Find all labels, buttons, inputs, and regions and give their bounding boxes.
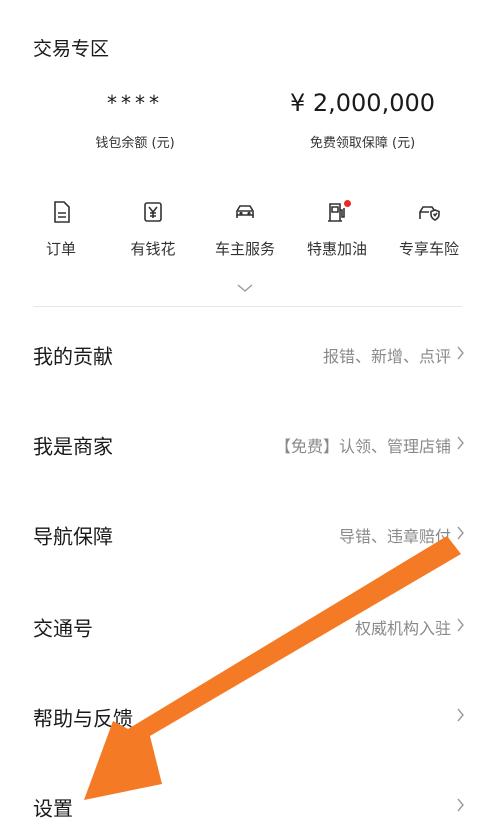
- chevron-right-icon: [456, 617, 465, 637]
- shortcut-fuel-deals[interactable]: 特惠加油: [291, 198, 383, 268]
- chevron-right-icon: [456, 345, 465, 365]
- expand-chevron-icon[interactable]: [236, 278, 254, 297]
- free-guarantee-value: ¥ 2,000,000: [289, 89, 436, 117]
- shortcut-label: 车主服务: [214, 240, 275, 258]
- menu-item-merchant[interactable]: 我是商家 【免费】认领、管理店铺: [0, 415, 489, 475]
- shortcut-car-services[interactable]: 车主服务: [199, 198, 291, 268]
- menu-item-desc: 报错、新增、点评: [322, 347, 451, 366]
- order-document-icon: [47, 198, 75, 226]
- shortcut-label: 专享车险: [398, 240, 459, 258]
- free-guarantee[interactable]: ¥ 2,000,000 免费领取保障 (元): [275, 88, 450, 151]
- car-icon: [231, 198, 259, 226]
- shortcut-grid: 订单 有钱花 车主服务 特惠加油 专享车险: [15, 198, 475, 268]
- wallet-balance-value: ****: [107, 91, 163, 115]
- fuel-pump-icon: [323, 198, 351, 226]
- menu-item-title: 设置: [33, 796, 73, 821]
- menu-item-desc: 权威机构入驻: [354, 619, 451, 638]
- menu-item-traffic-account[interactable]: 交通号 权威机构入驻: [0, 597, 489, 657]
- shortcut-car-insurance[interactable]: 专享车险: [383, 198, 475, 268]
- menu-item-title: 我是商家: [33, 434, 113, 459]
- yen-card-icon: [139, 198, 167, 226]
- menu-item-title: 交通号: [33, 616, 93, 641]
- shortcut-label: 有钱花: [130, 240, 176, 258]
- menu-item-title: 导航保障: [33, 524, 113, 549]
- chevron-right-icon: [456, 707, 465, 727]
- wallet-balance[interactable]: **** 钱包余额 (元): [60, 88, 210, 151]
- chevron-right-icon: [456, 525, 465, 545]
- menu-item-title: 帮助与反馈: [33, 706, 133, 731]
- menu-item-desc: 导错、违章赔付: [338, 527, 451, 546]
- free-guarantee-label: 免费领取保障 (元): [309, 136, 416, 151]
- menu-item-navigation-guarantee[interactable]: 导航保障 导错、违章赔付: [0, 505, 489, 565]
- section-divider: [33, 306, 462, 307]
- menu-item-help-feedback[interactable]: 帮助与反馈: [0, 687, 489, 747]
- notification-dot: [344, 200, 351, 207]
- shortcut-loan[interactable]: 有钱花: [107, 198, 199, 268]
- section-title-trade-zone: 交易专区: [33, 38, 110, 60]
- chevron-right-icon: [456, 435, 465, 455]
- menu-item-title: 我的贡献: [33, 344, 113, 369]
- menu-item-my-contributions[interactable]: 我的贡献 报错、新增、点评: [0, 325, 489, 385]
- chevron-right-icon: [456, 797, 465, 817]
- menu-item-settings[interactable]: 设置: [0, 777, 489, 837]
- wallet-balance-label: 钱包余额 (元): [95, 136, 175, 151]
- shortcut-label: 特惠加油: [306, 240, 367, 258]
- shortcut-orders[interactable]: 订单: [15, 198, 107, 268]
- menu-item-desc: 【免费】认领、管理店铺: [274, 437, 451, 456]
- car-insurance-icon: [415, 198, 443, 226]
- shortcut-label: 订单: [45, 240, 76, 258]
